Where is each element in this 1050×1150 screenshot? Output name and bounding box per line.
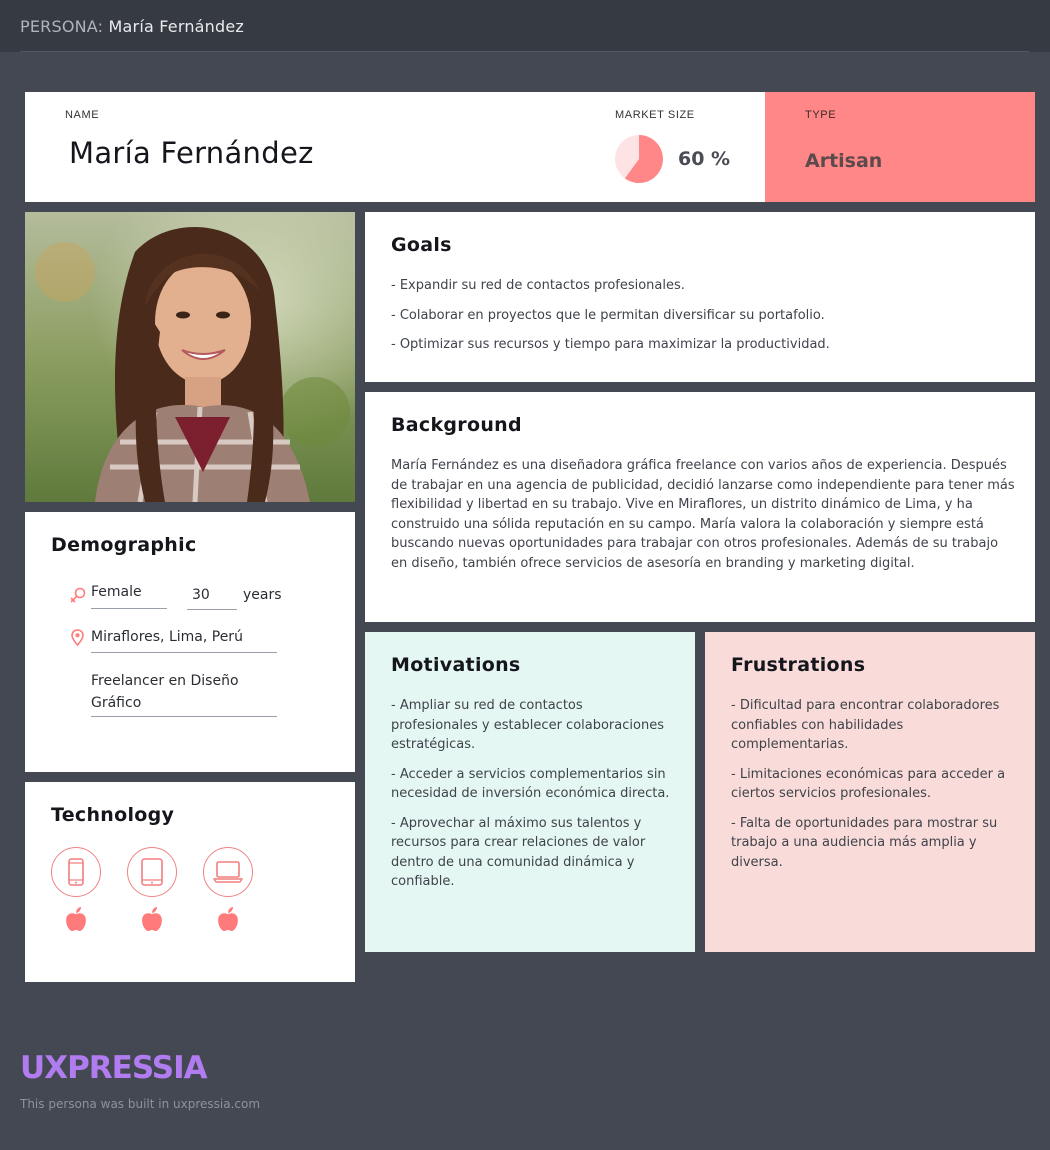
portrait-image	[25, 212, 355, 502]
apple-icon	[142, 907, 162, 931]
background-title: Background	[391, 414, 522, 436]
goal-item[interactable]: - Expandir su red de contactos profesion…	[391, 276, 1021, 296]
footer-note: This persona was built in uxpressia.com	[20, 1097, 261, 1111]
gender-value[interactable]: Female	[91, 584, 142, 600]
goal-item[interactable]: - Optimizar sus recursos y tiempo para m…	[391, 335, 1021, 355]
persona-prefix: PERSONA:	[20, 17, 104, 36]
occupation-underline	[91, 716, 277, 717]
phone-device-button[interactable]	[51, 847, 101, 897]
age-unit: years	[243, 587, 282, 603]
gender-icon	[70, 587, 86, 603]
location-underline	[91, 652, 277, 653]
technology-title: Technology	[51, 804, 175, 826]
motivations-title: Motivations	[391, 654, 521, 676]
location-value[interactable]: Miraflores, Lima, Perú	[91, 629, 243, 645]
frustrations-card: Frustrations - Dificultad para encontrar…	[705, 632, 1035, 952]
motivations-list: - Ampliar su red de contactos profesiona…	[391, 696, 673, 902]
phone-icon	[68, 858, 84, 886]
persona-photo[interactable]	[25, 212, 355, 502]
frustration-item[interactable]: - Limitaciones económicas para acceder a…	[731, 765, 1015, 804]
demographic-card: Demographic Female 30 years Miraflores, …	[25, 512, 355, 772]
occupation-value[interactable]: Freelancer en Diseño Gráfico	[91, 670, 277, 714]
apple-icon	[218, 907, 238, 931]
frustrations-list: - Dificultad para encontrar colaboradore…	[731, 696, 1015, 882]
market-size-label: MARKET SIZE	[615, 109, 695, 121]
technology-card: Technology	[25, 782, 355, 982]
tablet-icon	[141, 858, 163, 886]
goals-list: - Expandir su red de contactos profesion…	[391, 276, 1021, 365]
tablet-device-button[interactable]	[127, 847, 177, 897]
type-value[interactable]: Artisan	[805, 150, 882, 172]
market-size-pie	[615, 135, 663, 183]
motivation-item[interactable]: - Acceder a servicios complementarios si…	[391, 765, 673, 804]
type-label: TYPE	[805, 109, 837, 121]
market-size-value: 60 %	[678, 148, 731, 170]
persona-title-name: María Fernández	[108, 17, 245, 36]
persona-name[interactable]: María Fernández	[69, 136, 314, 170]
header-card: NAME María Fernández MARKET SIZE 60 %	[25, 92, 765, 202]
age-input[interactable]: 30	[192, 587, 210, 603]
laptop-device-button[interactable]	[203, 847, 253, 897]
apple-icon	[66, 907, 86, 931]
goal-item[interactable]: - Colaborar en proyectos que le permitan…	[391, 306, 1021, 326]
goals-card: Goals - Expandir su red de contactos pro…	[365, 212, 1035, 382]
top-bar: PERSONA: María Fernández	[0, 0, 1050, 52]
frustration-item[interactable]: - Dificultad para encontrar colaboradore…	[731, 696, 1015, 755]
persona-title: PERSONA: María Fernández	[20, 17, 244, 36]
top-divider	[20, 51, 1030, 52]
type-card: TYPE Artisan	[765, 92, 1035, 202]
motivation-item[interactable]: - Aprovechar al máximo sus talentos y re…	[391, 814, 673, 892]
frustrations-title: Frustrations	[731, 654, 866, 676]
name-label: NAME	[65, 109, 100, 121]
location-pin-icon	[71, 629, 84, 646]
goals-title: Goals	[391, 234, 452, 256]
motivations-card: Motivations - Ampliar su red de contacto…	[365, 632, 695, 952]
background-text[interactable]: María Fernández es una diseñadora gráfic…	[391, 456, 1016, 573]
motivation-item[interactable]: - Ampliar su red de contactos profesiona…	[391, 696, 673, 755]
age-underline	[187, 609, 237, 610]
uxpressia-logo[interactable]: UXPRESSIA	[20, 1050, 208, 1086]
demographic-title: Demographic	[51, 534, 197, 556]
frustration-item[interactable]: - Falta de oportunidades para mostrar su…	[731, 814, 1015, 873]
background-card: Background María Fernández es una diseña…	[365, 392, 1035, 622]
gender-underline	[91, 608, 167, 609]
laptop-icon	[213, 861, 243, 883]
